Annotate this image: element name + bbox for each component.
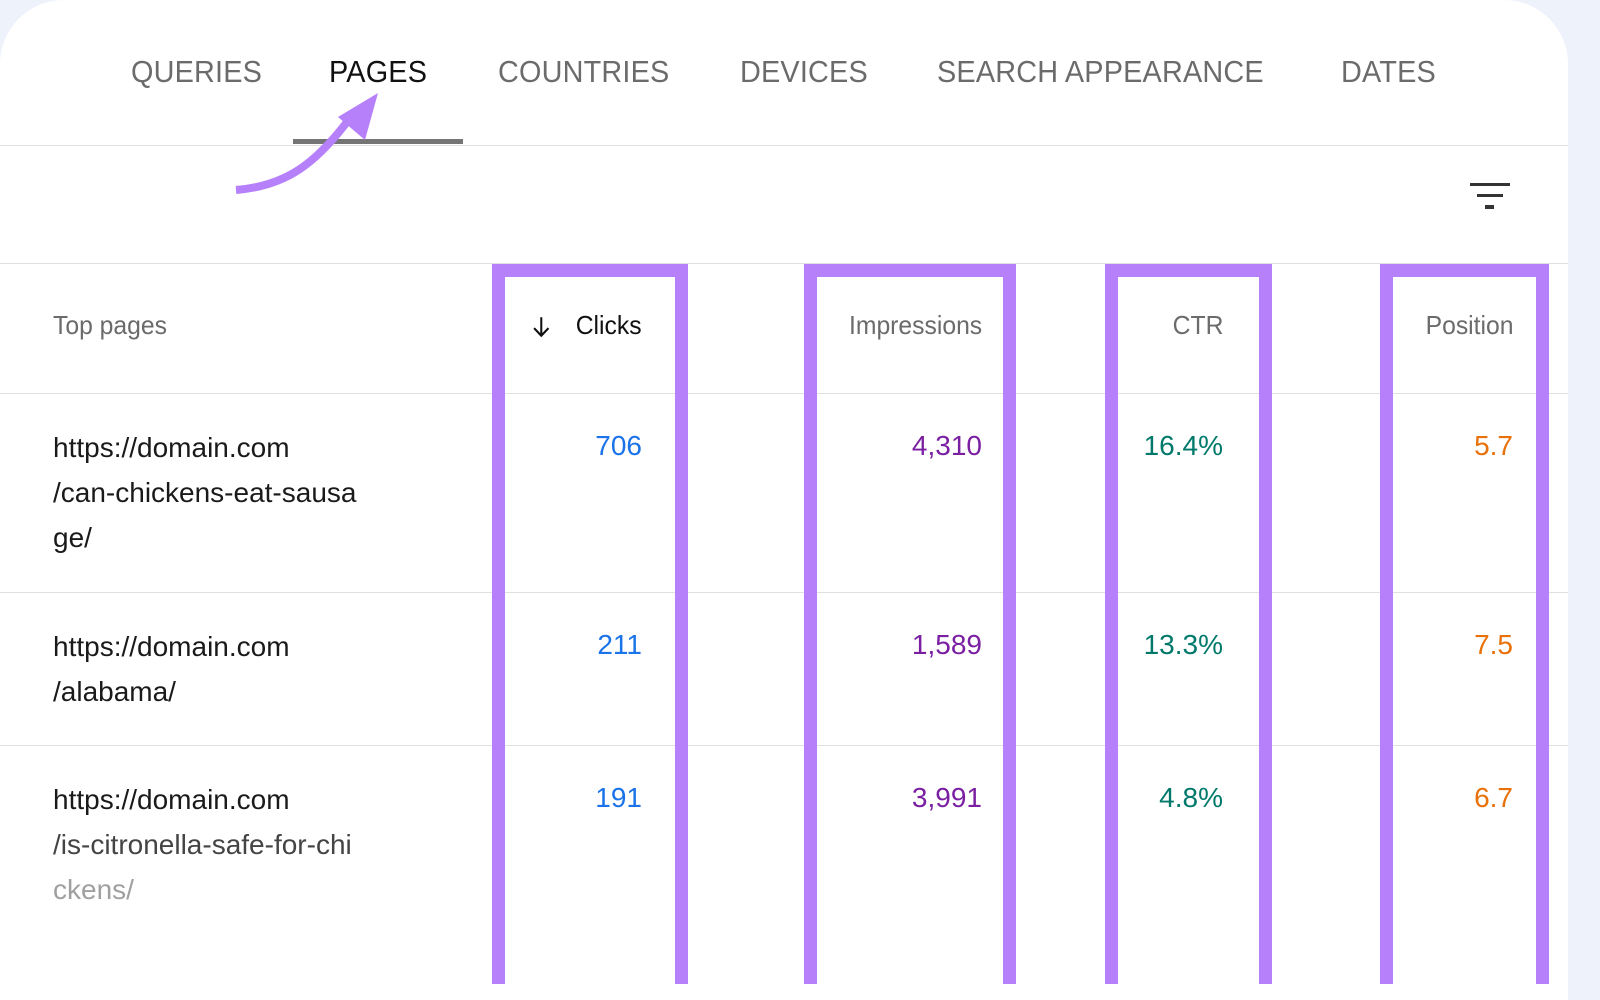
position-value: 7.5 (1474, 629, 1513, 660)
dimension-tabs: QUERIES PAGES COUNTRIES DEVICES SEARCH A… (0, 0, 1568, 146)
tab-dates[interactable]: DATES (1341, 52, 1436, 92)
ctr-value: 16.4% (1143, 430, 1223, 461)
filter-button[interactable] (1466, 178, 1514, 218)
clicks-value: 191 (595, 782, 642, 813)
filter-icon-line (1485, 205, 1494, 209)
page-url[interactable]: https://domain.com /alabama/ (53, 624, 393, 714)
url-line: /can-chickens-eat-sausa (53, 477, 357, 508)
url-line: ge/ (53, 522, 92, 553)
ctr-value: 4.8% (1159, 782, 1223, 813)
table-header-row (0, 264, 1568, 394)
url-line: https://domain.com (53, 432, 290, 463)
tab-search-appearance[interactable]: SEARCH APPEARANCE (937, 52, 1264, 92)
url-line: ckens/ (53, 874, 134, 905)
page-url[interactable]: https://domain.com /can-chickens-eat-sau… (53, 425, 393, 560)
tab-queries[interactable]: QUERIES (131, 52, 262, 92)
column-header-position[interactable]: Position (1425, 310, 1513, 341)
url-line: /alabama/ (53, 676, 176, 707)
active-tab-indicator (293, 139, 463, 144)
tab-devices[interactable]: DEVICES (740, 52, 868, 92)
impressions-value: 1,589 (911, 629, 982, 660)
column-header-top-pages[interactable]: Top pages (53, 310, 167, 341)
clicks-header-label: Clicks (576, 310, 642, 340)
table-toolbar (0, 146, 1568, 264)
column-header-ctr[interactable]: CTR (1172, 310, 1223, 341)
position-value: 6.7 (1474, 782, 1513, 813)
column-header-clicks[interactable]: Clicks (529, 310, 642, 341)
performance-report-card: QUERIES PAGES COUNTRIES DEVICES SEARCH A… (0, 0, 1568, 1000)
clicks-value: 706 (595, 430, 642, 461)
column-header-impressions[interactable]: Impressions (849, 310, 982, 341)
page-url[interactable]: https://domain.com /is-citronella-safe-f… (53, 777, 393, 912)
url-line: https://domain.com (53, 784, 290, 815)
position-value: 5.7 (1474, 430, 1513, 461)
filter-icon (1470, 183, 1510, 186)
tab-pages[interactable]: PAGES (329, 52, 427, 92)
arrow-down-icon (529, 310, 576, 340)
filter-icon-line (1477, 194, 1503, 197)
url-line: https://domain.com (53, 631, 290, 662)
tab-countries[interactable]: COUNTRIES (498, 52, 669, 92)
ctr-value: 13.3% (1143, 629, 1223, 660)
url-line: /is-citronella-safe-for-chi (53, 829, 352, 860)
impressions-value: 3,991 (911, 782, 982, 813)
impressions-value: 4,310 (911, 430, 982, 461)
clicks-value: 211 (597, 629, 642, 660)
